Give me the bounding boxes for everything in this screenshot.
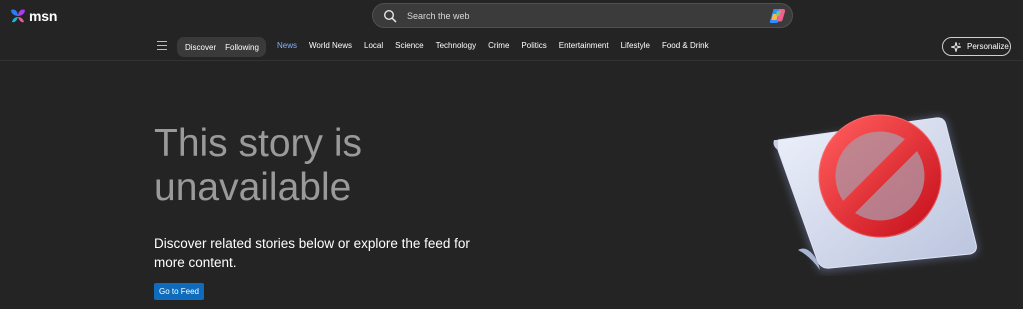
top-bar: msn Search the web: [0, 0, 1023, 31]
nav-link-technology[interactable]: Technology: [436, 41, 476, 50]
logo-text: msn: [29, 8, 58, 24]
search-input[interactable]: Search the web: [407, 11, 470, 21]
personalize-sparkle-icon: [951, 41, 961, 52]
page-title: This story is unavailable: [154, 122, 363, 209]
nav-link-news[interactable]: News: [277, 41, 297, 50]
prohibited-icon: [818, 114, 942, 238]
search-icon: [383, 9, 397, 22]
nav-link-entertainment[interactable]: Entertainment: [559, 41, 609, 50]
msn-logo[interactable]: msn: [9, 6, 57, 26]
search-bar[interactable]: Search the web: [372, 3, 793, 28]
category-nav: Discover Following News World News Local…: [0, 31, 1023, 61]
personalize-button[interactable]: Personalize: [942, 37, 1011, 56]
feed-toggle: Discover Following: [177, 37, 266, 57]
go-to-feed-button[interactable]: Go to Feed: [154, 283, 204, 300]
tab-following[interactable]: Following: [216, 43, 259, 52]
nav-link-crime[interactable]: Crime: [488, 41, 509, 50]
nav-link-lifestyle[interactable]: Lifestyle: [621, 41, 650, 50]
personalize-label: Personalize: [967, 42, 1009, 51]
hamburger-icon[interactable]: [157, 41, 167, 50]
copilot-icon[interactable]: [769, 8, 786, 24]
msn-butterfly-icon: [11, 9, 25, 23]
nav-link-politics[interactable]: Politics: [521, 41, 546, 50]
page-subtext: Discover related stories below or explor…: [154, 236, 470, 270]
nav-link-local[interactable]: Local: [364, 41, 383, 50]
nav-link-world-news[interactable]: World News: [309, 41, 352, 50]
nav-link-science[interactable]: Science: [395, 41, 423, 50]
nav-links: News World News Local Science Technology…: [277, 41, 721, 50]
prohibited-sign-illustration: [773, 114, 979, 273]
nav-link-food-drink[interactable]: Food & Drink: [662, 41, 709, 50]
tab-discover[interactable]: Discover: [177, 43, 216, 52]
